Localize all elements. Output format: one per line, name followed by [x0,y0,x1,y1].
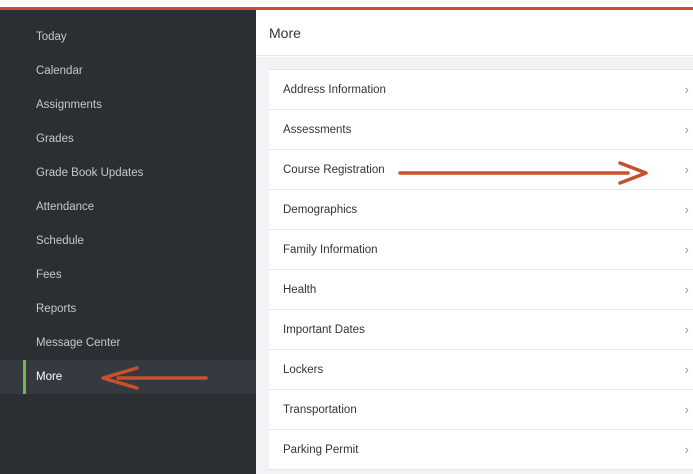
chevron-right-icon: › [684,362,689,377]
list-item-family-information[interactable]: Family Information › [269,230,693,270]
page-title: More [256,10,693,56]
sidebar-item-label: Fees [36,269,62,281]
sidebar-item-more[interactable]: More [0,360,256,394]
sidebar-item-today[interactable]: Today [0,20,256,54]
list-item-course-registration[interactable]: Course Registration › [269,150,693,190]
sidebar-item-reports[interactable]: Reports [0,292,256,326]
list-item-address-information[interactable]: Address Information › [269,70,693,110]
chevron-right-icon: › [684,442,689,457]
sidebar-item-label: Reports [36,303,77,315]
sidebar-item-label: Assignments [36,99,102,111]
list-item-label: Health [283,283,317,296]
list-item-label: Address Information [283,83,386,96]
chevron-right-icon: › [684,322,689,337]
list-item-label: Course Registration [283,163,385,176]
sidebar-item-calendar[interactable]: Calendar [0,54,256,88]
chevron-right-icon: › [684,242,689,257]
more-list: Address Information › Assessments › Course… [269,69,693,470]
sidebar-item-label: Grade Book Updates [36,167,144,179]
sidebar-item-assignments[interactable]: Assignments [0,88,256,122]
list-item-demographics[interactable]: Demographics › [269,190,693,230]
chevron-right-icon: › [684,202,689,217]
list-item-lockers[interactable]: Lockers › [269,350,693,390]
list-item-parking-permit[interactable]: Parking Permit › [269,430,693,470]
list-item-label: Demographics [283,203,358,216]
sidebar-item-label: Grades [36,133,74,145]
sidebar-item-attendance[interactable]: Attendance [0,190,256,224]
sidebar-item-message-center[interactable]: Message Center [0,326,256,360]
list-item-health[interactable]: Health › [269,270,693,310]
chevron-right-icon: › [684,402,689,417]
list-item-assessments[interactable]: Assessments › [269,110,693,150]
sidebar: Today Calendar Assignments Grades Grade … [0,10,256,474]
chevron-right-icon: › [684,162,689,177]
content-area: Address Information › Assessments › Course… [256,57,693,474]
sidebar-item-grade-book-updates[interactable]: Grade Book Updates [0,156,256,190]
chevron-right-icon: › [684,282,689,297]
sidebar-item-fees[interactable]: Fees [0,258,256,292]
list-item-label: Lockers [283,363,324,376]
top-bar [0,0,693,10]
active-indicator [23,360,26,394]
sidebar-item-grades[interactable]: Grades [0,122,256,156]
sidebar-item-label: Schedule [36,235,84,247]
list-item-important-dates[interactable]: Important Dates › [269,310,693,350]
sidebar-item-label: Today [36,31,67,43]
sidebar-item-label: Calendar [36,65,83,77]
chevron-right-icon: › [684,82,689,97]
list-item-transportation[interactable]: Transportation › [269,390,693,430]
list-item-label: Important Dates [283,323,365,336]
sidebar-item-label: Attendance [36,201,95,213]
chevron-right-icon: › [684,122,689,137]
sidebar-item-label: Message Center [36,337,121,349]
sidebar-item-schedule[interactable]: Schedule [0,224,256,258]
list-item-label: Assessments [283,123,352,136]
list-item-label: Family Information [283,243,378,256]
list-item-label: Transportation [283,403,357,416]
list-item-label: Parking Permit [283,443,359,456]
sidebar-item-label: More [36,371,63,383]
